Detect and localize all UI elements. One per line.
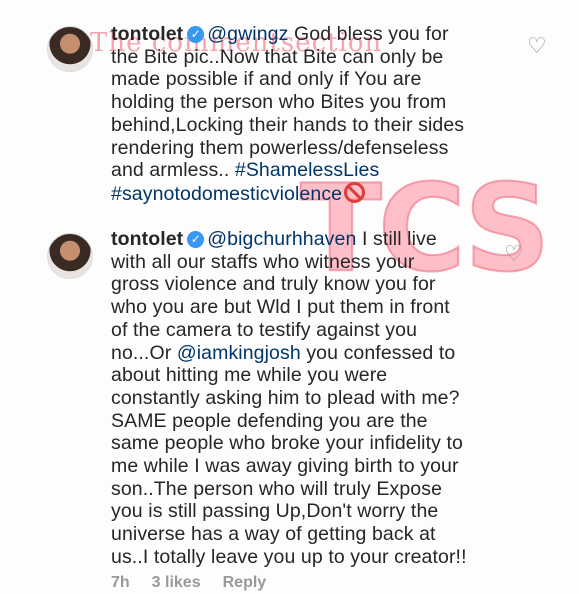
text-line: me while I was away giving birth to your [111, 455, 459, 478]
text-line: who you are but Wld I put them in front [111, 296, 450, 319]
comment-text: tontolet ✓ @gwingz God bless you for the B… [111, 23, 464, 206]
avatar[interactable] [47, 26, 93, 72]
text-line: with all our staffs who witness your [111, 250, 415, 273]
text-line: you confessed to [300, 341, 456, 364]
text-line: God bless you for [288, 23, 449, 45]
text-line: you is still passing Up,Don't worry the [111, 500, 439, 523]
hashtag-link[interactable]: #saynotodomesticviolence [111, 183, 342, 205]
text-line: rendering them powerless/defenseless [111, 136, 449, 159]
likes-count[interactable]: 3 likes [152, 574, 201, 591]
text-line: of the camera to testify against you [111, 318, 418, 341]
comment-text: tontolet ✓ @bigchurhhaven I still live wit… [111, 228, 467, 569]
mention-link[interactable]: @gwingz [207, 23, 288, 45]
text-line: no...Or [111, 341, 177, 364]
text-line: holding the person who Bites you from [111, 91, 447, 114]
text-line: I still live [356, 228, 437, 250]
avatar[interactable] [47, 233, 93, 279]
text-line: behind,Locking their hands to their side… [111, 113, 465, 136]
username[interactable]: tontolet [111, 23, 183, 45]
text-line: and armless.. [111, 159, 235, 182]
text-line: gross violence and truly know you for [111, 273, 436, 296]
text-line: about hitting me while you were [111, 364, 388, 387]
text-line: made possible if and only if You are [111, 68, 422, 91]
no-entry-emoji-icon [344, 181, 366, 203]
timestamp: 7h [111, 574, 130, 591]
verified-badge-icon: ✓ [187, 26, 205, 43]
hashtag-link[interactable]: #ShamelessLies [235, 159, 379, 181]
text-line: the Bite pic..Now that Bite can only be [111, 45, 444, 68]
text-line: SAME people defending you are the [111, 409, 428, 432]
username[interactable]: tontolet [111, 228, 183, 250]
verified-badge-icon: ✓ [187, 231, 205, 248]
text-line: same people who broke your infidelity to [111, 432, 463, 455]
text-line: universe has a way of getting back at [111, 523, 436, 546]
text-line: us..I totally leave you up to your creat… [111, 545, 467, 568]
heart-outline-icon[interactable]: ♡ [527, 33, 547, 59]
heart-outline-icon[interactable]: ♡ [504, 241, 524, 267]
reply-button[interactable]: Reply [223, 574, 267, 591]
comment-meta: 7h 3 likes Reply [111, 574, 288, 592]
text-line: son..The person who will truly Expose [111, 477, 443, 500]
mention-link[interactable]: @bigchurhhaven [207, 228, 356, 250]
mention-link[interactable]: @iamkingjosh [177, 342, 301, 364]
text-line: constantly asking him to plead with me? [111, 386, 460, 409]
